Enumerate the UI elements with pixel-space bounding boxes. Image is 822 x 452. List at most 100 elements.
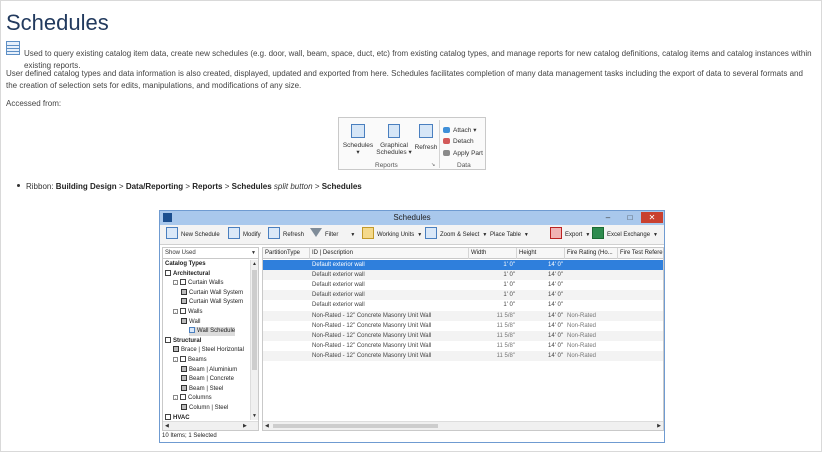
table-row[interactable]: Non-Rated - 12" Concrete Masonry Unit Wa… <box>263 321 663 331</box>
catalog-tree: Catalog Types Architectural - Curtain Walls… <box>163 260 250 420</box>
scroll-thumb[interactable] <box>273 424 438 428</box>
grid-horizontal-scrollbar[interactable]: ◀ ▶ <box>263 421 663 430</box>
refresh-button[interactable]: Refresh <box>268 227 304 243</box>
zoom-select-button[interactable]: Zoom & Select ▼ <box>425 227 487 243</box>
ribbon-attach[interactable]: Attach ▾ <box>443 126 477 134</box>
scroll-left-icon[interactable]: ◀ <box>165 423 169 429</box>
new-schedule-button[interactable]: New Schedule <box>166 227 220 243</box>
tree-item[interactable]: - Walls <box>173 308 202 317</box>
table-cell: 14' 0" <box>548 352 563 359</box>
column-header[interactable]: Fire Rating (Ho... <box>565 248 618 259</box>
table-cell: 11 5/8" <box>496 312 515 319</box>
new-schedule-icon <box>166 227 178 239</box>
column-header[interactable]: ID | Description <box>310 248 469 259</box>
catalog-item-icon <box>181 375 187 382</box>
tree-item-label: Beam | Aluminium <box>189 366 238 373</box>
tree-item[interactable]: Catalog Types <box>165 260 206 269</box>
ribbon-detach[interactable]: Detach <box>443 138 474 145</box>
table-cell <box>567 270 616 280</box>
table-row[interactable]: Non-Rated - 12" Concrete Masonry Unit Wa… <box>263 350 663 361</box>
tree-item[interactable]: Wall <box>181 317 200 327</box>
ribbon-apply-part[interactable]: Apply Part <box>443 150 483 157</box>
table-cell <box>265 351 308 361</box>
tree-item[interactable]: Architectural <box>165 269 210 279</box>
ribbon-graphical-label-2[interactable]: Schedules ▾ <box>375 149 413 156</box>
tree-item[interactable]: - Beams <box>173 356 207 365</box>
table-row[interactable]: Non-Rated - 12" Concrete Masonry Unit Wa… <box>263 310 663 321</box>
table-row[interactable]: Default exterior wall 1' 0" 14' 0" <box>263 290 663 301</box>
tree-item[interactable]: Structural <box>165 336 201 346</box>
tree-item-label: Column | Steel <box>189 405 229 411</box>
scroll-down-icon[interactable]: ▼ <box>252 413 257 419</box>
excel-exchange-button[interactable]: Excel Exchange ▼ <box>592 227 658 243</box>
filter-button[interactable]: Filter ▼ <box>310 227 355 243</box>
scroll-thumb[interactable] <box>252 270 257 370</box>
table-cell <box>265 280 308 290</box>
table-cell: 1' 0" <box>503 292 515 299</box>
chevron-down-icon: ▼ <box>523 232 529 238</box>
working-units-button[interactable]: Working Units ▼ <box>362 227 422 243</box>
scroll-right-icon[interactable]: ▶ <box>243 423 247 429</box>
column-header[interactable]: Height <box>517 248 565 259</box>
status-bar: 10 Items; 1 Selected <box>162 433 217 439</box>
tree-item[interactable]: Beam | Concrete <box>181 375 234 384</box>
tree-item-label: Beam | Concrete <box>189 376 234 383</box>
tree-item[interactable]: - Curtain Walls <box>173 279 223 288</box>
minimize-button[interactable]: – <box>598 212 618 223</box>
folder-icon <box>180 356 186 362</box>
collapse-icon[interactable]: - <box>173 357 178 362</box>
tree-item[interactable]: Wall Schedule <box>189 327 236 337</box>
ribbon-group-reports: Reports <box>375 162 398 169</box>
dialog-launcher-icon[interactable]: ↘ <box>431 162 435 168</box>
table-cell <box>265 290 308 300</box>
tree-item[interactable]: Beam | Aluminium <box>181 365 238 375</box>
column-header[interactable]: Width <box>469 248 517 259</box>
table-row[interactable]: Default exterior wall 1' 0" 14' 0" <box>263 300 663 310</box>
column-header[interactable]: Fire Test Referen <box>618 248 663 259</box>
show-used-dropdown[interactable]: Show Used ▼ <box>163 248 258 259</box>
refresh-icon <box>268 227 280 239</box>
excel-icon <box>592 227 604 239</box>
table-cell <box>265 311 308 321</box>
table-cell: 14' 0" <box>548 292 563 299</box>
collapse-icon[interactable]: - <box>173 309 178 314</box>
table-row[interactable]: Default exterior wall 1' 0" 14' 0" <box>263 270 663 281</box>
table-row[interactable]: Default exterior wall 1' 0" 14' 0" <box>263 260 663 270</box>
place-table-button[interactable]: Place Table ▼ <box>490 227 604 275</box>
table-row[interactable]: Non-Rated - 12" Concrete Masonry Unit Wa… <box>263 330 663 341</box>
tree-item[interactable]: Curtain Wall System <box>181 288 243 298</box>
scroll-up-icon[interactable]: ▲ <box>252 261 257 267</box>
scroll-left-icon[interactable]: ◀ <box>265 423 269 429</box>
scroll-right-icon[interactable]: ▶ <box>657 423 661 429</box>
catalog-item-icon <box>181 288 187 295</box>
tree-item[interactable]: Brace | Steel Horizontal <box>173 346 244 355</box>
tree-vertical-scrollbar[interactable]: ▲ ▼ <box>250 260 258 420</box>
table-row[interactable]: Default exterior wall 1' 0" 14' 0" <box>263 280 663 290</box>
close-button[interactable]: ✕ <box>641 212 663 223</box>
ribbon-schedules-label[interactable]: Schedules <box>341 142 375 149</box>
tree-item-label: HVAC <box>173 414 190 420</box>
table-cell: 1' 0" <box>503 282 515 289</box>
tree-horizontal-scrollbar[interactable]: ◀ ▶ <box>163 421 258 430</box>
ribbon-graphical-label[interactable]: Graphical <box>375 142 413 149</box>
folder-icon <box>180 308 186 314</box>
collapse-icon[interactable]: - <box>173 280 178 286</box>
tree-item[interactable]: Beam | Steel <box>181 384 223 394</box>
collapse-icon[interactable]: - <box>173 395 178 401</box>
tree-item[interactable]: HVAC <box>165 413 190 420</box>
modify-button[interactable]: Modify <box>228 227 261 243</box>
tree-item[interactable]: - Columns <box>173 394 212 403</box>
tree-item-label: Brace | Steel Horizontal <box>181 347 244 354</box>
window-titlebar[interactable]: Schedules – □ ✕ <box>160 211 664 225</box>
tree-item[interactable]: Column | Steel <box>181 404 228 413</box>
column-header[interactable]: PartitionType <box>263 248 310 259</box>
ribbon-path: Ribbon: Building Design > Data/Reporting… <box>17 182 362 191</box>
ribbon-refresh-label[interactable]: Refresh <box>411 144 441 151</box>
table-cell: 14' 0" <box>548 342 563 349</box>
table-cell: 1' 0" <box>503 262 515 268</box>
export-button[interactable]: Export ▼ <box>550 227 590 243</box>
catalog-item-icon <box>181 298 187 305</box>
table-row[interactable]: Non-Rated - 12" Concrete Masonry Unit Wa… <box>263 341 663 351</box>
tree-item[interactable]: Curtain Wall System <box>181 298 243 307</box>
maximize-button[interactable]: □ <box>620 212 640 223</box>
